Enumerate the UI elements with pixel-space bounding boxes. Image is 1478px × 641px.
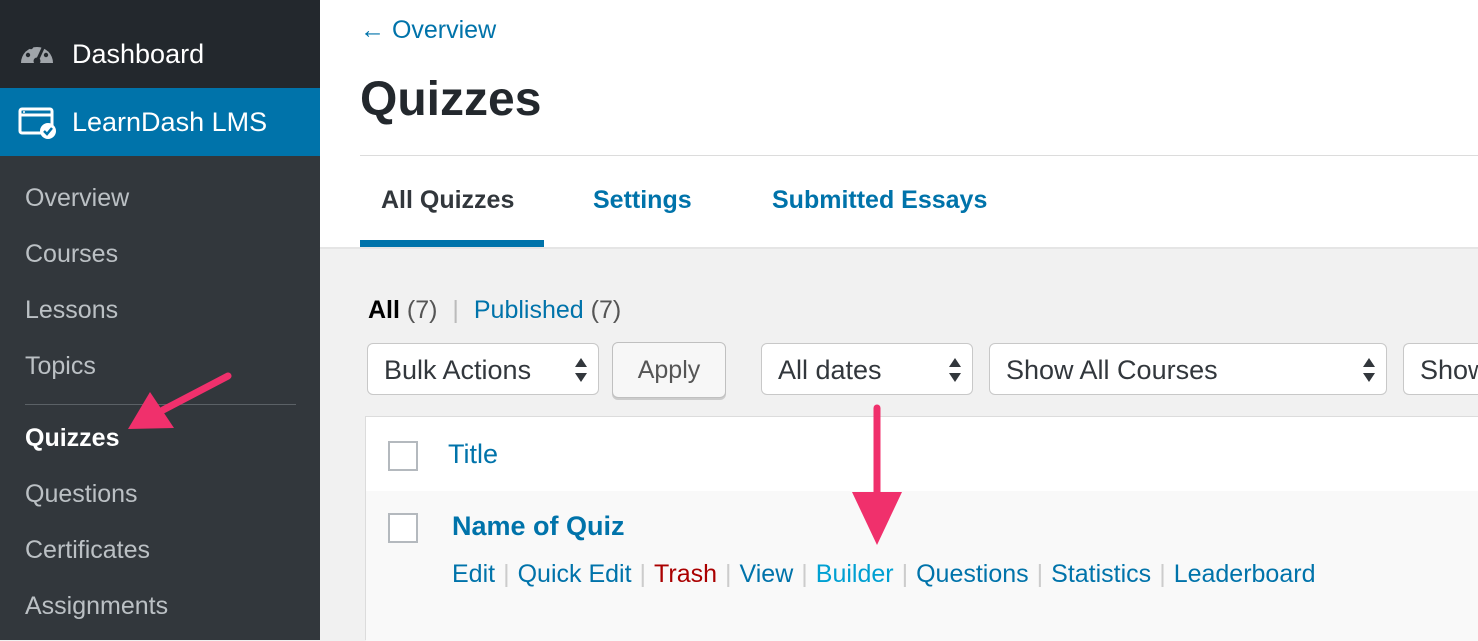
submenu-divider xyxy=(25,404,296,405)
learndash-window-icon xyxy=(18,103,56,141)
row-actions: Edit | Quick Edit | Trash | View | Builder | Quest… xyxy=(452,560,1315,589)
action-separator: | xyxy=(639,560,647,588)
tab-submitted-essays[interactable]: Submitted Essays xyxy=(772,186,987,215)
sidebar-top-strip xyxy=(0,0,320,20)
row-checkbox[interactable] xyxy=(388,513,418,543)
select-arrows-icon xyxy=(1363,358,1375,382)
status-filter-links: All (7) | Published (7) xyxy=(368,296,621,325)
select-arrows-icon xyxy=(949,358,961,382)
status-separator: | xyxy=(452,296,459,324)
quiz-title-link[interactable]: Name of Quiz xyxy=(452,511,625,542)
bulk-actions-select[interactable]: Bulk Actions xyxy=(367,343,599,395)
sidebar-item-label: LearnDash LMS xyxy=(72,106,268,137)
tab-settings[interactable]: Settings xyxy=(593,186,692,215)
submenu-item-certificates[interactable]: Certificates xyxy=(25,536,150,565)
dates-filter-select[interactable]: All dates xyxy=(761,343,973,395)
row-action-trash[interactable]: Trash xyxy=(654,560,717,588)
select-arrows-icon xyxy=(575,358,587,382)
dates-filter-value: All dates xyxy=(778,355,882,385)
back-to-overview-link[interactable]: ← Overview xyxy=(360,16,496,45)
submenu-item-courses[interactable]: Courses xyxy=(25,240,118,269)
row-action-edit[interactable]: Edit xyxy=(452,560,495,588)
submenu-item-overview[interactable]: Overview xyxy=(25,184,129,213)
sidebar-item-learndash[interactable]: LearnDash LMS xyxy=(0,88,320,156)
submenu-item-topics[interactable]: Topics xyxy=(25,352,96,381)
submenu-item-quizzes[interactable]: Quizzes xyxy=(25,424,119,453)
table-header-row: Title xyxy=(366,417,1478,492)
courses-filter-select[interactable]: Show All Courses xyxy=(989,343,1387,395)
admin-sidebar: Dashboard LearnDash LMS Overview Courses… xyxy=(0,0,320,640)
quizzes-table: Title Name of Quiz Edit | Quick Edit | Trash… xyxy=(365,416,1478,641)
action-separator: | xyxy=(1159,560,1166,588)
submenu-item-assignments[interactable]: Assignments xyxy=(25,592,168,621)
bulk-actions-value: Bulk Actions xyxy=(384,355,532,385)
row-action-builder[interactable]: Builder xyxy=(816,560,894,588)
status-published-count: (7) xyxy=(590,296,622,324)
action-separator: | xyxy=(725,560,732,588)
action-separator: | xyxy=(901,560,909,588)
third-filter-select[interactable]: Show xyxy=(1403,343,1478,395)
submenu-item-questions[interactable]: Questions xyxy=(25,480,138,509)
row-action-quick-edit[interactable]: Quick Edit xyxy=(518,560,632,588)
sidebar-item-dashboard[interactable]: Dashboard xyxy=(0,20,320,88)
row-action-questions[interactable]: Questions xyxy=(916,560,1029,588)
header-bottom-border xyxy=(320,247,1478,249)
action-separator: | xyxy=(1036,560,1044,588)
submenu-item-lessons[interactable]: Lessons xyxy=(25,296,118,325)
third-filter-value: Show xyxy=(1420,355,1478,385)
sidebar-item-label: Dashboard xyxy=(72,38,205,69)
select-all-checkbox[interactable] xyxy=(388,441,418,471)
courses-filter-value: Show All Courses xyxy=(1006,355,1218,385)
action-separator: | xyxy=(503,560,510,588)
table-row: Name of Quiz Edit | Quick Edit | Trash | View |… xyxy=(366,491,1478,641)
page-title: Quizzes xyxy=(360,73,542,126)
status-published-link[interactable]: Published xyxy=(474,296,584,324)
column-header-title[interactable]: Title xyxy=(448,439,498,470)
status-all-count: (7) xyxy=(406,296,438,324)
status-all-label[interactable]: All xyxy=(368,296,400,324)
learndash-submenu: Overview Courses Lessons Topics Quizzes … xyxy=(0,156,320,640)
dashboard-gauge-icon xyxy=(18,35,56,73)
action-separator: | xyxy=(801,560,808,588)
row-action-statistics[interactable]: Statistics xyxy=(1051,560,1151,588)
page-header: ← Overview Quizzes All Quizzes Settings … xyxy=(320,0,1478,249)
apply-button[interactable]: Apply xyxy=(612,342,726,398)
row-action-leaderboard[interactable]: Leaderboard xyxy=(1174,560,1316,588)
tab-all-quizzes[interactable]: All Quizzes xyxy=(381,186,514,215)
row-action-view[interactable]: View xyxy=(740,560,794,588)
header-divider xyxy=(360,155,1478,156)
